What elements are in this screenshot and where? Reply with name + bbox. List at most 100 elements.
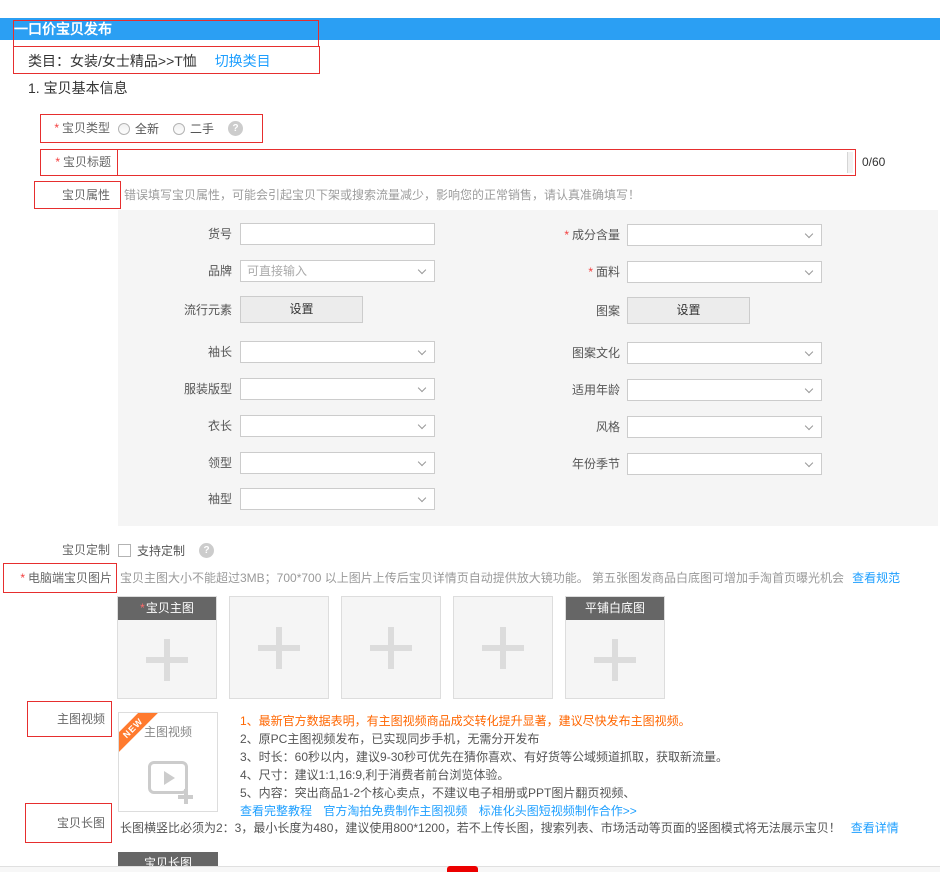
long-image-tip: 长图横竖比必须为2：3，最小长度为480，建议使用800*1200，若不上传长图… bbox=[120, 816, 899, 840]
upload-box-4[interactable] bbox=[453, 596, 553, 699]
customize-checkbox-label: 支持定制 bbox=[137, 542, 185, 559]
composition-select[interactable] bbox=[627, 224, 822, 246]
chevron-down-icon bbox=[418, 421, 426, 429]
upload-box-2[interactable] bbox=[229, 596, 329, 699]
long-image-label: 宝贝长图 bbox=[25, 803, 112, 843]
chevron-down-icon bbox=[418, 266, 426, 274]
chevron-down-icon bbox=[418, 494, 426, 502]
view-details-link[interactable]: 查看详情 bbox=[851, 821, 899, 835]
brand-label: 品牌 bbox=[118, 260, 232, 282]
upload-box-white-bg[interactable]: 平铺白底图 bbox=[565, 596, 665, 699]
sleeve-length-select[interactable] bbox=[240, 341, 435, 363]
pc-images-label: *电脑端宝贝图片 bbox=[3, 563, 117, 593]
fabric-label: *面料 bbox=[500, 261, 620, 283]
clothing-cut-select[interactable] bbox=[240, 378, 435, 400]
chevron-down-icon bbox=[418, 384, 426, 392]
customize-checkbox[interactable] bbox=[118, 544, 131, 557]
main-image-box-header: *宝贝主图 bbox=[118, 597, 216, 620]
chevron-down-icon bbox=[805, 267, 813, 275]
category-row: 类目：女装/女士精品>>T恤 切换类目 bbox=[28, 50, 271, 72]
year-season-select[interactable] bbox=[627, 453, 822, 475]
category-path: 女装/女士精品>>T恤 bbox=[70, 53, 197, 69]
customize-help-icon[interactable]: ? bbox=[199, 543, 214, 558]
video-tip-1: 1、最新官方数据表明，有主图视频商品成交转化提升显著，建议尽快发布主图视频。 bbox=[240, 712, 691, 730]
customize-label: 宝贝定制 bbox=[0, 538, 110, 562]
view-spec-link[interactable]: 查看规范 bbox=[852, 571, 900, 585]
item-type-label: *宝贝类型 bbox=[0, 114, 110, 143]
applicable-age-select[interactable] bbox=[627, 379, 822, 401]
pc-images-tip: 宝贝主图大小不能超过3MB；700*700 以上图片上传后宝贝详情页自动提供放大… bbox=[120, 563, 900, 593]
title-char-counter: 0/60 bbox=[862, 149, 885, 176]
sleeve-length-label: 袖长 bbox=[118, 341, 232, 363]
collar-type-label: 领型 bbox=[118, 452, 232, 474]
section-title: 宝贝基本信息 bbox=[44, 80, 128, 96]
attrs-label: 宝贝属性 bbox=[34, 181, 121, 209]
chevron-down-icon bbox=[805, 385, 813, 393]
chevron-down-icon bbox=[805, 422, 813, 430]
sleeve-type-select[interactable] bbox=[240, 488, 435, 510]
video-plus-icon bbox=[148, 761, 188, 794]
style-label: 风格 bbox=[500, 416, 620, 438]
radio-used-label: 二手 bbox=[190, 120, 214, 137]
annotation-box-header bbox=[13, 20, 319, 47]
brand-placeholder: 可直接输入 bbox=[247, 261, 307, 281]
section-number: 1. bbox=[28, 80, 40, 96]
product-publish-page: 一口价宝贝发布 类目：女装/女士精品>>T恤 切换类目 1. 宝贝基本信息 *宝… bbox=[0, 0, 940, 872]
switch-category-link[interactable]: 切换类目 bbox=[215, 53, 271, 69]
brand-select[interactable]: 可直接输入 bbox=[240, 260, 435, 282]
radio-new[interactable] bbox=[118, 123, 130, 135]
main-video-label: 主图视频 bbox=[27, 701, 112, 737]
plus-icon bbox=[482, 627, 524, 669]
pattern-culture-label: 图案文化 bbox=[500, 342, 620, 364]
item-type-radio-group: 全新 二手 ? bbox=[118, 114, 243, 143]
clothing-cut-label: 服装版型 bbox=[118, 378, 232, 400]
garment-length-label: 衣长 bbox=[118, 415, 232, 437]
pattern-culture-select[interactable] bbox=[627, 342, 822, 364]
pattern-label: 图案 bbox=[500, 298, 620, 325]
item-title-label: *宝贝标题 bbox=[40, 149, 118, 176]
chevron-down-icon bbox=[805, 348, 813, 356]
radio-new-label: 全新 bbox=[135, 120, 159, 137]
garment-length-select[interactable] bbox=[240, 415, 435, 437]
video-tip-4: 4、尺寸：建议1:1,16:9,利于消费者前台浏览体验。 bbox=[240, 766, 509, 784]
chevron-down-icon bbox=[805, 230, 813, 238]
attrs-warning-text: 错误填写宝贝属性，可能会引起宝贝下架或搜索流量减少，影响您的正常销售，请认真准确… bbox=[124, 181, 640, 209]
chevron-down-icon bbox=[805, 459, 813, 467]
required-mark: * bbox=[54, 121, 59, 135]
collar-type-select[interactable] bbox=[240, 452, 435, 474]
plus-icon bbox=[594, 639, 636, 681]
sleeve-type-label: 袖型 bbox=[118, 488, 232, 510]
video-tip-5: 5、内容：突出商品1-2个核心卖点，不建议电子相册或PPT图片翻页视频、 bbox=[240, 784, 635, 802]
required-mark: * bbox=[55, 155, 60, 169]
trend-element-label: 流行元素 bbox=[118, 297, 232, 324]
section-heading: 1. 宝贝基本信息 bbox=[28, 78, 128, 98]
customize-group: 支持定制 ? bbox=[118, 538, 214, 562]
plus-icon bbox=[146, 639, 188, 681]
chevron-down-icon bbox=[418, 458, 426, 466]
composition-label: *成分含量 bbox=[500, 224, 620, 246]
upload-box-3[interactable] bbox=[341, 596, 441, 699]
fabric-select[interactable] bbox=[627, 261, 822, 283]
item-number-input[interactable] bbox=[240, 223, 435, 245]
year-season-label: 年份季节 bbox=[500, 453, 620, 475]
main-video-upload-box[interactable]: NEW 主图视频 bbox=[118, 712, 218, 812]
applicable-age-label: 适用年龄 bbox=[500, 379, 620, 401]
bottom-red-marker bbox=[447, 866, 478, 872]
input-scrollbar bbox=[847, 152, 853, 173]
item-type-help-icon[interactable]: ? bbox=[228, 121, 243, 136]
trend-element-set-button[interactable]: 设置 bbox=[240, 296, 363, 323]
video-tip-3: 3、时长：60秒以内，建议9-30秒可优先在猜你喜欢、有好货等公域频道抓取，获取… bbox=[240, 748, 728, 766]
category-label: 类目： bbox=[28, 53, 70, 69]
upload-box-main-image[interactable]: *宝贝主图 bbox=[117, 596, 217, 699]
radio-used[interactable] bbox=[173, 123, 185, 135]
plus-icon bbox=[258, 627, 300, 669]
item-number-label: 货号 bbox=[118, 223, 232, 245]
attributes-panel: 货号 品牌 可直接输入 流行元素 设置 袖长 服装版型 衣长 领型 袖型 *成分… bbox=[118, 210, 938, 526]
pattern-set-button[interactable]: 设置 bbox=[627, 297, 750, 324]
item-title-input[interactable] bbox=[117, 149, 856, 176]
plus-icon bbox=[370, 627, 412, 669]
white-bg-box-header: 平铺白底图 bbox=[566, 597, 664, 620]
video-tip-2: 2、原PC主图视频发布，已实现同步手机，无需分开发布 bbox=[240, 730, 539, 748]
style-select[interactable] bbox=[627, 416, 822, 438]
video-box-title: 主图视频 bbox=[119, 723, 217, 740]
